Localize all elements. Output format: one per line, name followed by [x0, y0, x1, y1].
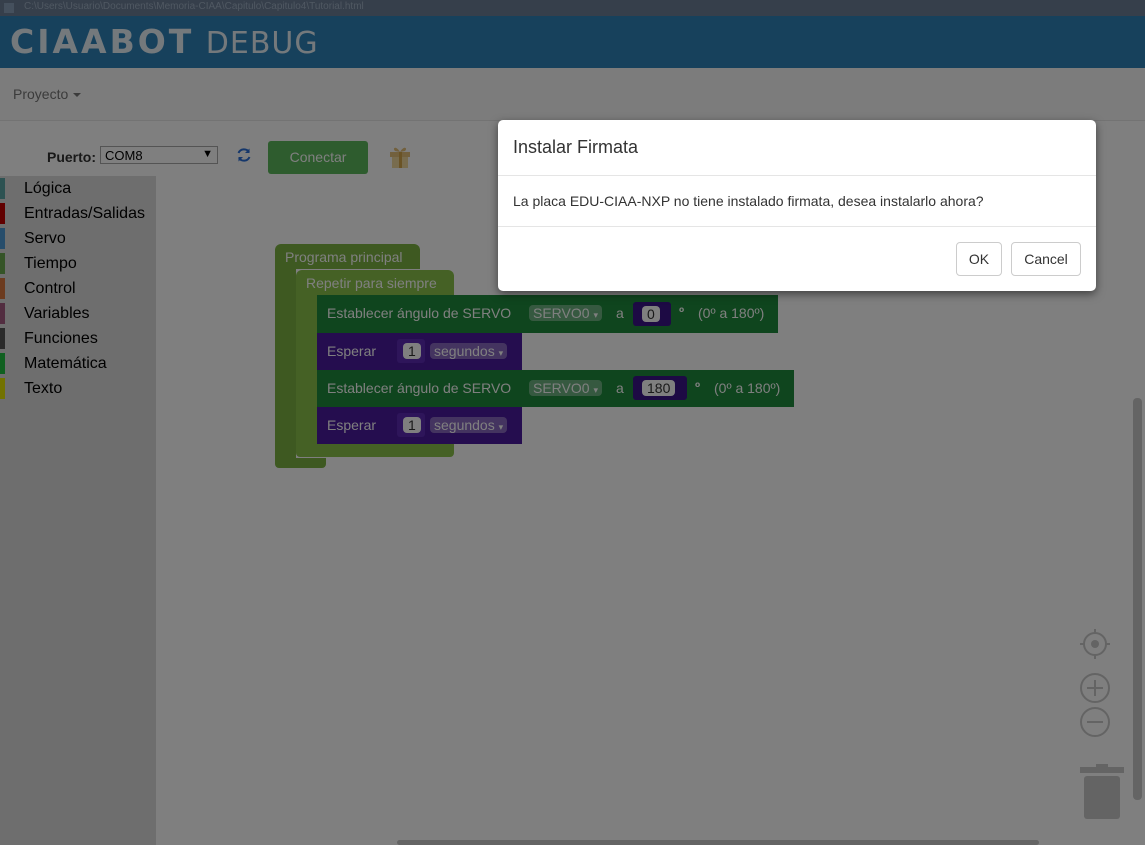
- dialog-divider: [498, 226, 1096, 227]
- dialog-title: Instalar Firmata: [513, 137, 639, 157]
- ok-button[interactable]: OK: [956, 242, 1002, 276]
- install-firmata-dialog: Instalar Firmata La placa EDU-CIAA-NXP n…: [498, 120, 1096, 291]
- dialog-message: La placa EDU-CIAA-NXP no tiene instalado…: [513, 193, 984, 209]
- cancel-button[interactable]: Cancel: [1011, 242, 1081, 276]
- dialog-divider: [498, 175, 1096, 176]
